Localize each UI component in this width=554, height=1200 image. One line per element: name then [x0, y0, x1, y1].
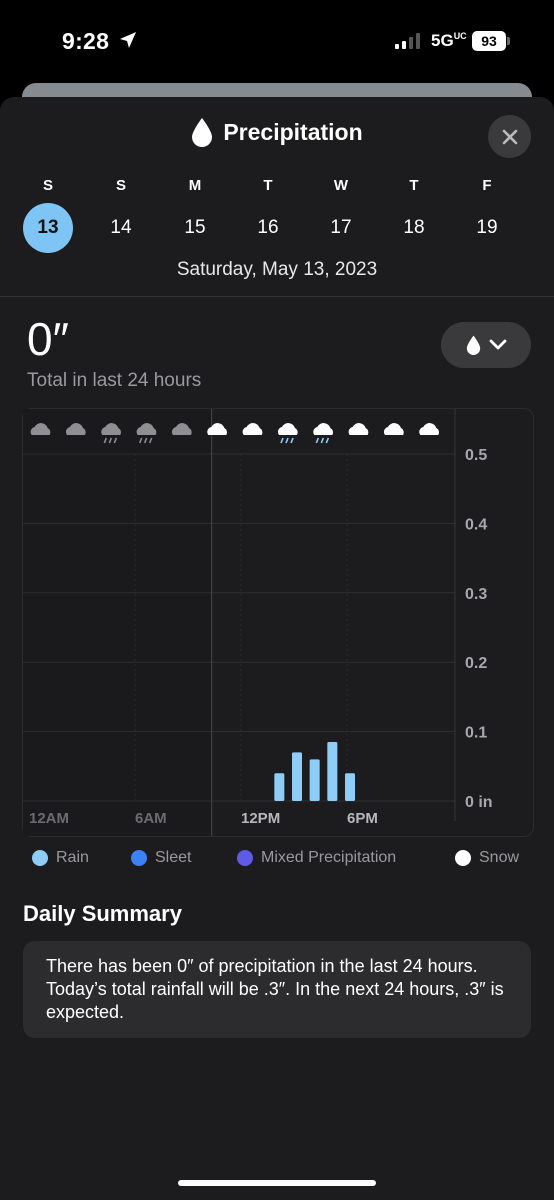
- status-time: 9:28: [62, 28, 110, 54]
- day-of-week-label: T: [263, 177, 273, 194]
- cloud-icon: [419, 423, 440, 435]
- day-17[interactable]: W 17: [316, 177, 366, 238]
- day-of-week-label: T: [409, 177, 419, 194]
- cellular-signal-icon: [395, 33, 420, 49]
- day-of-week-label: W: [333, 177, 349, 194]
- legend-swatch: [237, 850, 253, 866]
- y-tick-label: 0.1: [465, 725, 487, 742]
- day-13[interactable]: S 13: [23, 177, 73, 253]
- day-of-week-label: [535, 177, 554, 197]
- day-number: 19: [476, 217, 498, 238]
- legend-swatch: [32, 850, 48, 866]
- legend-swatch: [131, 850, 147, 866]
- day-of-week-label: S: [42, 177, 53, 194]
- rain-bar: [309, 759, 320, 801]
- page-title: Precipitation: [191, 117, 363, 147]
- rain-bar: [274, 773, 285, 801]
- close-button[interactable]: [488, 115, 531, 158]
- day-number: 14: [110, 217, 132, 238]
- y-tick-label: 0.5: [465, 447, 487, 464]
- day-number: 18: [403, 217, 425, 238]
- cloud-icon: [242, 423, 263, 435]
- rain-icon: [313, 423, 334, 444]
- day-number: 15: [184, 217, 206, 238]
- cloud-icon: [383, 423, 404, 435]
- chevron-down-icon: [489, 339, 506, 350]
- day-number: 2: [535, 203, 554, 253]
- y-tick-label: 0.3: [465, 586, 487, 603]
- raindrop-icon: [466, 335, 480, 355]
- legend-item-sleet: Sleet: [131, 849, 191, 867]
- x-tick-label: 12PM: [241, 810, 280, 827]
- day-of-week-label: S: [115, 177, 126, 194]
- day-number: 17: [330, 217, 352, 238]
- rain-bar: [327, 742, 338, 801]
- legend-item-rain: Rain: [32, 849, 89, 867]
- battery-cap: [507, 37, 510, 45]
- day-of-week-label: M: [188, 177, 202, 194]
- legend-label: Rain: [56, 849, 89, 866]
- divider: [0, 296, 554, 297]
- selected-date-label: Saturday, May 13, 2023: [176, 259, 378, 280]
- past-region: [23, 409, 212, 836]
- day-2[interactable]: 2: [535, 177, 554, 197]
- legend-item-snow: Snow: [455, 849, 519, 867]
- home-indicator[interactable]: [178, 1180, 376, 1186]
- chart-canvas: 0.5 0.4 0.3 0.2 0.1 0 in 12AM 6AM 12PM 6PM: [23, 409, 493, 836]
- precipitation-chart[interactable]: 0.5 0.4 0.3 0.2 0.1 0 in 12AM 6AM 12PM 6PM: [22, 408, 534, 837]
- network-type: 5GUC: [431, 31, 467, 50]
- status-bar: 9:28 5GUC 93: [0, 0, 554, 80]
- metric-selector-button[interactable]: [441, 322, 531, 368]
- cloud-icon: [348, 423, 369, 435]
- x-tick-label: 6PM: [347, 810, 378, 827]
- rain-bar: [292, 752, 302, 801]
- day-number: 16: [257, 217, 279, 238]
- title-text: Precipitation: [223, 118, 363, 145]
- day-of-week-label: F: [482, 177, 492, 194]
- raindrop-icon: [192, 118, 213, 147]
- day-number: 13: [23, 203, 73, 253]
- location-arrow-icon: [120, 32, 136, 48]
- y-tick-label: 0 in: [465, 794, 493, 811]
- rain-bar: [345, 773, 355, 801]
- y-tick-label: 0.2: [465, 655, 487, 672]
- chart-legend: Rain Sleet Mixed Precipitation Snow: [0, 849, 554, 873]
- day-16[interactable]: T 16: [243, 177, 293, 238]
- x-tick-label: 12AM: [29, 810, 69, 827]
- rain-icon: [277, 423, 298, 444]
- total-caption: Total in last 24 hours: [27, 370, 202, 391]
- legend-label: Snow: [479, 849, 520, 866]
- y-tick-label: 0.4: [465, 516, 487, 533]
- legend-swatch: [455, 850, 471, 866]
- precipitation-total: 0″: [27, 313, 69, 365]
- legend-item-mixed-precipitation: Mixed Precipitation: [237, 849, 396, 867]
- precipitation-sheet: Precipitation S 13 S 14 M 15 T 16 W 17 T 18 F 19 2 Sat…: [0, 97, 554, 1200]
- legend-label: Mixed Precipitation: [261, 849, 397, 866]
- day-15[interactable]: M 15: [170, 177, 220, 238]
- day-14[interactable]: S 14: [96, 177, 146, 238]
- daily-summary-card: There has been 0″ of precipitation in th…: [23, 941, 531, 1038]
- sheet-header: Precipitation: [0, 117, 554, 157]
- day-18[interactable]: T 18: [389, 177, 439, 238]
- daily-summary-heading: Daily Summary: [23, 901, 182, 926]
- legend-label: Sleet: [155, 849, 192, 866]
- x-tick-label: 6AM: [135, 810, 167, 827]
- close-icon: [502, 129, 517, 144]
- battery-icon: 93: [472, 31, 506, 51]
- day-19[interactable]: F 19: [462, 177, 512, 238]
